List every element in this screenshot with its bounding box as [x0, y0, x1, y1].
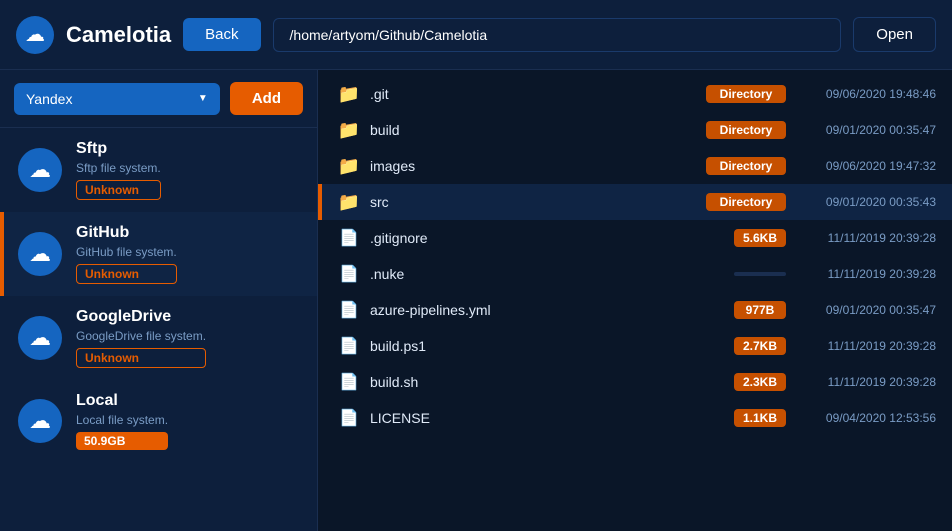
file-date: 09/01/2020 00:35:47 — [796, 303, 936, 317]
file-name: LICENSE — [370, 410, 724, 426]
sidebar-item-desc: GoogleDrive file system. — [76, 329, 206, 343]
file-icon: 📄 — [339, 264, 359, 284]
cloud-icon: ☁ — [29, 241, 51, 267]
app-title: Camelotia — [66, 22, 171, 48]
table-row[interactable]: 📁 images Directory 09/06/2020 19:47:32 — [318, 148, 952, 184]
folder-icon: 📁 — [338, 192, 360, 213]
file-type-badge: Directory — [706, 121, 786, 139]
chevron-down-icon: ▼ — [198, 93, 208, 104]
file-date: 09/01/2020 00:35:43 — [796, 195, 936, 209]
sidebar-item-github[interactable]: ☁ GitHub GitHub file system. Unknown — [0, 212, 317, 296]
avatar: ☁ — [18, 148, 62, 192]
file-type-badge: 2.7KB — [734, 337, 786, 355]
file-icon: 📄 — [339, 228, 359, 248]
file-name: .git — [370, 86, 696, 102]
file-date: 11/11/2019 20:39:28 — [796, 267, 936, 281]
dropdown-value: Yandex — [26, 91, 72, 107]
folder-icon: 📁 — [338, 120, 360, 141]
file-icon: 📄 — [339, 300, 359, 320]
file-type-badge: 5.6KB — [734, 229, 786, 247]
sidebar-item-desc: GitHub file system. — [76, 245, 177, 259]
file-name: images — [370, 158, 696, 174]
app-logo: ☁ — [16, 16, 54, 54]
file-type-badge: Directory — [706, 193, 786, 211]
main-layout: Yandex ▼ Add ☁ Sftp Sftp file system. Unkno… — [0, 70, 952, 531]
file-name: .nuke — [370, 266, 724, 282]
open-button[interactable]: Open — [853, 17, 936, 52]
file-name: azure-pipelines.yml — [370, 302, 724, 318]
file-type-badge — [734, 272, 786, 276]
sidebar-item-sftp[interactable]: ☁ Sftp Sftp file system. Unknown — [0, 128, 317, 212]
file-date: 09/06/2020 19:47:32 — [796, 159, 936, 173]
avatar: ☁ — [18, 399, 62, 443]
table-row[interactable]: 📁 .git Directory 09/06/2020 19:48:46 — [318, 76, 952, 112]
file-type-badge: Directory — [706, 157, 786, 175]
table-row[interactable]: 📄 .nuke 11/11/2019 20:39:28 — [318, 256, 952, 292]
table-row[interactable]: 📁 src Directory 09/01/2020 00:35:43 — [318, 184, 952, 220]
path-bar[interactable]: /home/artyom/Github/Camelotia — [273, 18, 842, 52]
table-row[interactable]: 📄 .gitignore 5.6KB 11/11/2019 20:39:28 — [318, 220, 952, 256]
sidebar-controls: Yandex ▼ Add — [0, 70, 317, 128]
avatar: ☁ — [18, 316, 62, 360]
status-badge: Unknown — [76, 180, 161, 200]
table-row[interactable]: 📄 build.sh 2.3KB 11/11/2019 20:39:28 — [318, 364, 952, 400]
file-date: 09/04/2020 12:53:56 — [796, 411, 936, 425]
status-badge: Unknown — [76, 348, 206, 368]
table-row[interactable]: 📁 build Directory 09/01/2020 00:35:47 — [318, 112, 952, 148]
status-badge: 50.9GB — [76, 432, 168, 450]
sidebar-item-name: GoogleDrive — [76, 308, 206, 326]
file-type-badge: Directory — [706, 85, 786, 103]
sidebar-item-name: Local — [76, 392, 168, 410]
sidebar-item-local[interactable]: ☁ Local Local file system. 50.9GB — [0, 380, 317, 462]
file-date: 11/11/2019 20:39:28 — [796, 339, 936, 353]
table-row[interactable]: 📄 azure-pipelines.yml 977B 09/01/2020 00:35… — [318, 292, 952, 328]
folder-icon: 📁 — [338, 84, 360, 105]
cloud-icon: ☁ — [29, 325, 51, 351]
file-type-badge: 2.3KB — [734, 373, 786, 391]
cloud-icon: ☁ — [29, 157, 51, 183]
sidebar: Yandex ▼ Add ☁ Sftp Sftp file system. Unkno… — [0, 70, 318, 531]
file-date: 09/06/2020 19:48:46 — [796, 87, 936, 101]
back-button[interactable]: Back — [183, 18, 260, 51]
file-name: build — [370, 122, 696, 138]
header: ☁ Camelotia Back /home/artyom/Github/Cam… — [0, 0, 952, 70]
file-name: src — [370, 194, 696, 210]
logo-icon: ☁ — [25, 22, 45, 47]
file-date: 11/11/2019 20:39:28 — [796, 375, 936, 389]
file-name: build.sh — [370, 374, 724, 390]
sidebar-item-list: ☁ Sftp Sftp file system. Unknown ☁ GitHub GitH… — [0, 128, 317, 531]
table-row[interactable]: 📄 build.ps1 2.7KB 11/11/2019 20:39:28 — [318, 328, 952, 364]
file-type-badge: 1.1KB — [734, 409, 786, 427]
file-date: 09/01/2020 00:35:47 — [796, 123, 936, 137]
file-name: .gitignore — [370, 230, 724, 246]
sidebar-item-desc: Local file system. — [76, 413, 168, 427]
file-list: 📁 .git Directory 09/06/2020 19:48:46 📁 build D… — [318, 70, 952, 531]
sidebar-item-googledrive[interactable]: ☁ GoogleDrive GoogleDrive file system. Unkn… — [0, 296, 317, 380]
avatar: ☁ — [18, 232, 62, 276]
file-name: build.ps1 — [370, 338, 724, 354]
sidebar-item-desc: Sftp file system. — [76, 161, 161, 175]
file-icon: 📄 — [339, 408, 359, 428]
cloud-icon: ☁ — [29, 408, 51, 434]
file-type-badge: 977B — [734, 301, 786, 319]
status-badge: Unknown — [76, 264, 177, 284]
table-row[interactable]: 📄 LICENSE 1.1KB 09/04/2020 12:53:56 — [318, 400, 952, 436]
file-date: 11/11/2019 20:39:28 — [796, 231, 936, 245]
sidebar-item-name: Sftp — [76, 140, 161, 158]
provider-dropdown[interactable]: Yandex ▼ — [14, 83, 220, 115]
folder-icon: 📁 — [338, 156, 360, 177]
add-button[interactable]: Add — [230, 82, 303, 115]
sidebar-item-name: GitHub — [76, 224, 177, 242]
file-icon: 📄 — [339, 372, 359, 392]
file-icon: 📄 — [339, 336, 359, 356]
